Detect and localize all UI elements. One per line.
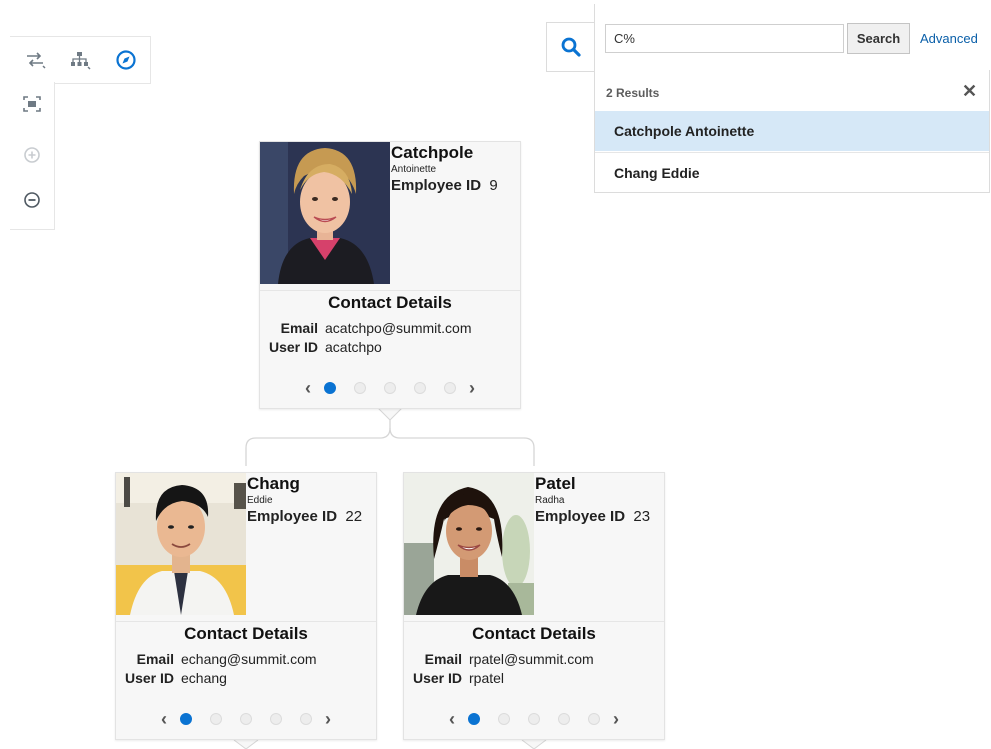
employee-last-name: Chang [247, 474, 300, 493]
page-dot-3[interactable] [384, 382, 396, 394]
userid-row: User ID echang [118, 670, 227, 686]
userid-value: acatchpo [325, 339, 382, 355]
employee-photo [404, 473, 534, 615]
employee-photo [260, 142, 390, 284]
employee-id-value: 23 [633, 508, 651, 525]
previous-page-icon[interactable]: ‹ [301, 378, 315, 398]
userid-label: User ID [124, 670, 174, 686]
employee-first-name: Radha [535, 495, 565, 506]
page-dot-5[interactable] [300, 713, 312, 725]
userid-value: echang [181, 670, 227, 686]
card-pager: ‹ › [260, 378, 520, 398]
employee-id-label: Employee ID [391, 177, 482, 194]
page-dot-4[interactable] [558, 713, 570, 725]
page-dot-1[interactable] [468, 713, 480, 725]
section-title: Contact Details [472, 624, 596, 643]
email-value: acatchpo@summit.com [325, 320, 472, 336]
userid-row: User ID rpatel [406, 670, 504, 686]
employee-first-name: Antoinette [391, 164, 437, 175]
email-value: echang@summit.com [181, 651, 317, 667]
contact-details-section: Contact Details Email rpatel@summit.com U… [404, 621, 664, 739]
employee-id-value: 22 [345, 508, 363, 525]
email-value: rpatel@summit.com [469, 651, 594, 667]
employee-card-catchpole[interactable]: Catchpole Antoinette Employee ID 9 Conta… [259, 141, 521, 409]
card-pager: ‹ › [116, 709, 376, 729]
contact-details-section: Contact Details Email echang@summit.com U… [116, 621, 376, 739]
contact-details-section: Contact Details Email acatchpo@summit.com… [260, 290, 520, 408]
email-row: Email acatchpo@summit.com [262, 320, 472, 336]
employee-last-name: Patel [535, 474, 576, 493]
page-dot-2[interactable] [498, 713, 510, 725]
previous-page-icon[interactable]: ‹ [445, 709, 459, 729]
section-title: Contact Details [184, 624, 308, 643]
page-dot-5[interactable] [588, 713, 600, 725]
email-label: Email [136, 651, 174, 667]
page-dot-5[interactable] [444, 382, 456, 394]
card-pager: ‹ › [404, 709, 664, 729]
employee-card-chang[interactable]: Chang Eddie Employee ID 22 Contact Detai… [115, 472, 377, 740]
employee-id-label: Employee ID [535, 508, 626, 525]
employee-card-patel[interactable]: Patel Radha Employee ID 23 Contact Detai… [403, 472, 665, 740]
page-dot-1[interactable] [324, 382, 336, 394]
employee-first-name: Eddie [247, 495, 273, 506]
employee-id-value: 9 [489, 177, 498, 194]
email-row: Email rpatel@summit.com [406, 651, 594, 667]
userid-row: User ID acatchpo [262, 339, 382, 355]
email-label: Email [280, 320, 318, 336]
employee-id-label: Employee ID [247, 508, 338, 525]
next-page-icon[interactable]: › [465, 378, 479, 398]
page-dot-4[interactable] [414, 382, 426, 394]
employee-id: Employee ID 22 [247, 508, 362, 525]
next-page-icon[interactable]: › [609, 709, 623, 729]
userid-label: User ID [268, 339, 318, 355]
page-dot-3[interactable] [240, 713, 252, 725]
employee-photo [116, 473, 246, 615]
employee-id: Employee ID 23 [535, 508, 650, 525]
userid-label: User ID [412, 670, 462, 686]
employee-last-name: Catchpole [391, 143, 474, 162]
email-label: Email [424, 651, 462, 667]
email-row: Email echang@summit.com [118, 651, 317, 667]
page-dot-1[interactable] [180, 713, 192, 725]
section-title: Contact Details [328, 293, 452, 312]
page-dot-3[interactable] [528, 713, 540, 725]
userid-value: rpatel [469, 670, 505, 686]
page-dot-2[interactable] [210, 713, 222, 725]
page-dot-4[interactable] [270, 713, 282, 725]
employee-id: Employee ID 9 [391, 177, 498, 194]
page-dot-2[interactable] [354, 382, 366, 394]
previous-page-icon[interactable]: ‹ [157, 709, 171, 729]
next-page-icon[interactable]: › [321, 709, 335, 729]
